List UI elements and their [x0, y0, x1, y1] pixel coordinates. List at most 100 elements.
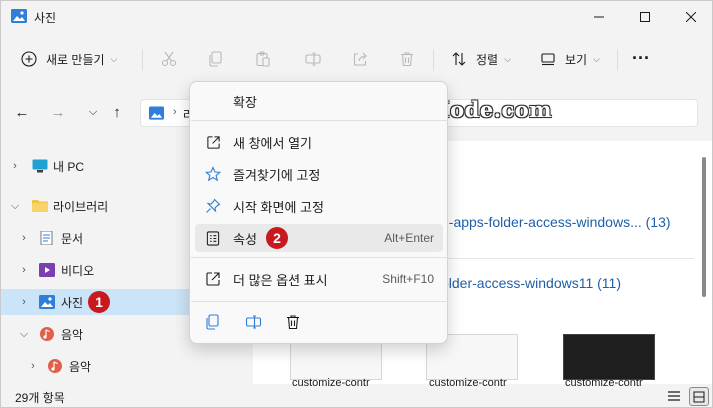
view-icon — [541, 53, 555, 66]
menu-rename-button[interactable] — [243, 312, 263, 332]
menu-item-expand[interactable]: 확장 — [195, 87, 443, 115]
close-icon — [686, 11, 696, 22]
maximize-button[interactable] — [622, 1, 668, 32]
maximize-icon — [640, 11, 650, 22]
paste-button[interactable] — [253, 49, 273, 69]
pin-icon — [205, 198, 221, 214]
music-icon — [40, 327, 54, 341]
minimize-button[interactable] — [576, 1, 622, 32]
sort-icon — [452, 52, 466, 66]
cut-icon — [161, 51, 177, 67]
vertical-scrollbar[interactable] — [702, 157, 706, 297]
context-menu: 확장 새 창에서 열기 즐겨찾기에 고정 시작 화면에 고정 속성 2 Alt+… — [189, 81, 448, 344]
documents-icon — [40, 231, 53, 245]
arrow-left-icon: ← — [14, 103, 30, 121]
rename-button[interactable] — [303, 49, 323, 69]
group-header[interactable]: older-access-windows11 (11) — [441, 275, 621, 291]
sort-button-label: 정렬 — [476, 52, 499, 67]
menu-divider — [191, 257, 448, 258]
divider — [433, 49, 434, 71]
new-button[interactable]: 새로 만들기 ⌵ — [21, 43, 117, 75]
menu-divider — [191, 301, 448, 302]
copy-button[interactable] — [206, 49, 226, 69]
chevron-right-icon: › — [173, 106, 177, 118]
chevron-down-icon: ⌵ — [88, 105, 98, 118]
copy-icon — [206, 314, 219, 330]
menu-item-label: 즐겨찾기에 고정 — [233, 167, 321, 183]
properties-icon — [205, 230, 221, 246]
menu-item-shortcut: Shift+F10 — [382, 272, 434, 286]
share-icon — [353, 52, 367, 66]
pictures-folder-icon — [11, 9, 27, 23]
chevron-down-icon: ⌵ — [110, 53, 118, 64]
chevron-right-icon: › — [22, 296, 26, 308]
nav-item-label: 비디오 — [61, 263, 95, 278]
chevron-down-icon: ⌵ — [19, 327, 29, 340]
chevron-down-icon: ⌵ — [504, 53, 511, 64]
nav-item-label: 음악 — [69, 359, 92, 374]
delete-button[interactable] — [397, 49, 417, 69]
menu-item-label: 새 창에서 열기 — [233, 135, 312, 151]
rename-icon — [305, 52, 321, 66]
open-new-window-icon — [205, 134, 221, 150]
delete-icon — [401, 52, 413, 67]
nav-item-music-sub[interactable]: › 음악 — [1, 353, 251, 379]
tiles-view-icon — [693, 391, 705, 402]
menu-item-pin-favorites[interactable]: 즐겨찾기에 고정 — [195, 160, 443, 188]
minimize-icon — [594, 16, 604, 17]
close-button[interactable] — [668, 1, 713, 32]
divider — [617, 49, 618, 71]
sort-button[interactable]: 정렬 ⌵ — [451, 43, 511, 75]
up-button[interactable]: ↑ — [107, 102, 127, 122]
group-header[interactable]: d-apps-folder-access-windows... (13) — [441, 214, 671, 230]
menu-item-label: 속성 — [233, 231, 257, 247]
menu-delete-button[interactable] — [283, 312, 303, 332]
chevron-right-icon: › — [31, 360, 35, 372]
chevron-down-icon: ⌵ — [593, 53, 600, 64]
star-icon — [205, 166, 221, 182]
copy-icon — [209, 51, 222, 67]
forward-button[interactable]: → — [48, 102, 68, 122]
chevron-right-icon: › — [22, 232, 26, 244]
chevron-down-icon: ⌵ — [10, 199, 20, 212]
videos-icon — [39, 263, 55, 277]
window-title: 사진 — [34, 11, 57, 25]
tiles-view-button[interactable] — [689, 387, 709, 406]
file-explorer-window: 사진 새로 만들기 ⌵ 정렬 ⌵ 보기 ⌵ ... ← → ⌵ ↑ › TabM… — [0, 0, 713, 408]
menu-item-label: 더 많은 옵션 표시 — [233, 272, 328, 288]
plus-circle-icon — [21, 51, 37, 67]
delete-icon — [287, 315, 299, 330]
nav-item-label: 사진 — [61, 295, 84, 310]
menu-item-open-new-window[interactable]: 새 창에서 열기 — [195, 128, 443, 156]
menu-item-label: 시작 화면에 고정 — [233, 199, 324, 215]
menu-copy-button[interactable] — [203, 312, 223, 332]
more-button[interactable]: ... — [632, 37, 650, 69]
file-thumbnail[interactable] — [563, 334, 655, 380]
menu-item-shortcut: Alt+Enter — [384, 231, 434, 245]
details-view-button[interactable] — [667, 389, 683, 405]
nav-item-label: 문서 — [61, 231, 84, 246]
view-button[interactable]: 보기 ⌵ — [540, 43, 600, 75]
pictures-icon — [39, 295, 55, 309]
more-options-icon — [205, 271, 221, 287]
arrow-up-icon: ↑ — [113, 103, 121, 121]
menu-item-properties[interactable]: 속성 2 Alt+Enter — [195, 224, 443, 252]
share-button[interactable] — [350, 49, 370, 69]
paste-icon — [256, 51, 270, 67]
recent-locations-button[interactable]: ⌵ — [83, 102, 103, 122]
status-bar: 29개 항목 — [1, 385, 712, 408]
title-bar: 사진 — [1, 1, 712, 32]
back-button[interactable]: ← — [12, 102, 32, 122]
menu-item-pin-start[interactable]: 시작 화면에 고정 — [195, 192, 443, 220]
nav-item-label: 라이브러리 — [53, 199, 109, 214]
menu-divider — [191, 120, 448, 121]
item-count: 29개 항목 — [15, 391, 65, 405]
divider — [142, 49, 143, 71]
cut-button[interactable] — [159, 49, 179, 69]
nav-item-label: 음악 — [61, 327, 84, 342]
new-button-label: 새로 만들기 — [46, 52, 105, 67]
step-badge: 1 — [88, 291, 110, 313]
menu-item-label: 확장 — [233, 94, 257, 110]
arrow-right-icon: → — [50, 103, 66, 121]
menu-item-more-options[interactable]: 더 많은 옵션 표시 Shift+F10 — [195, 265, 443, 293]
